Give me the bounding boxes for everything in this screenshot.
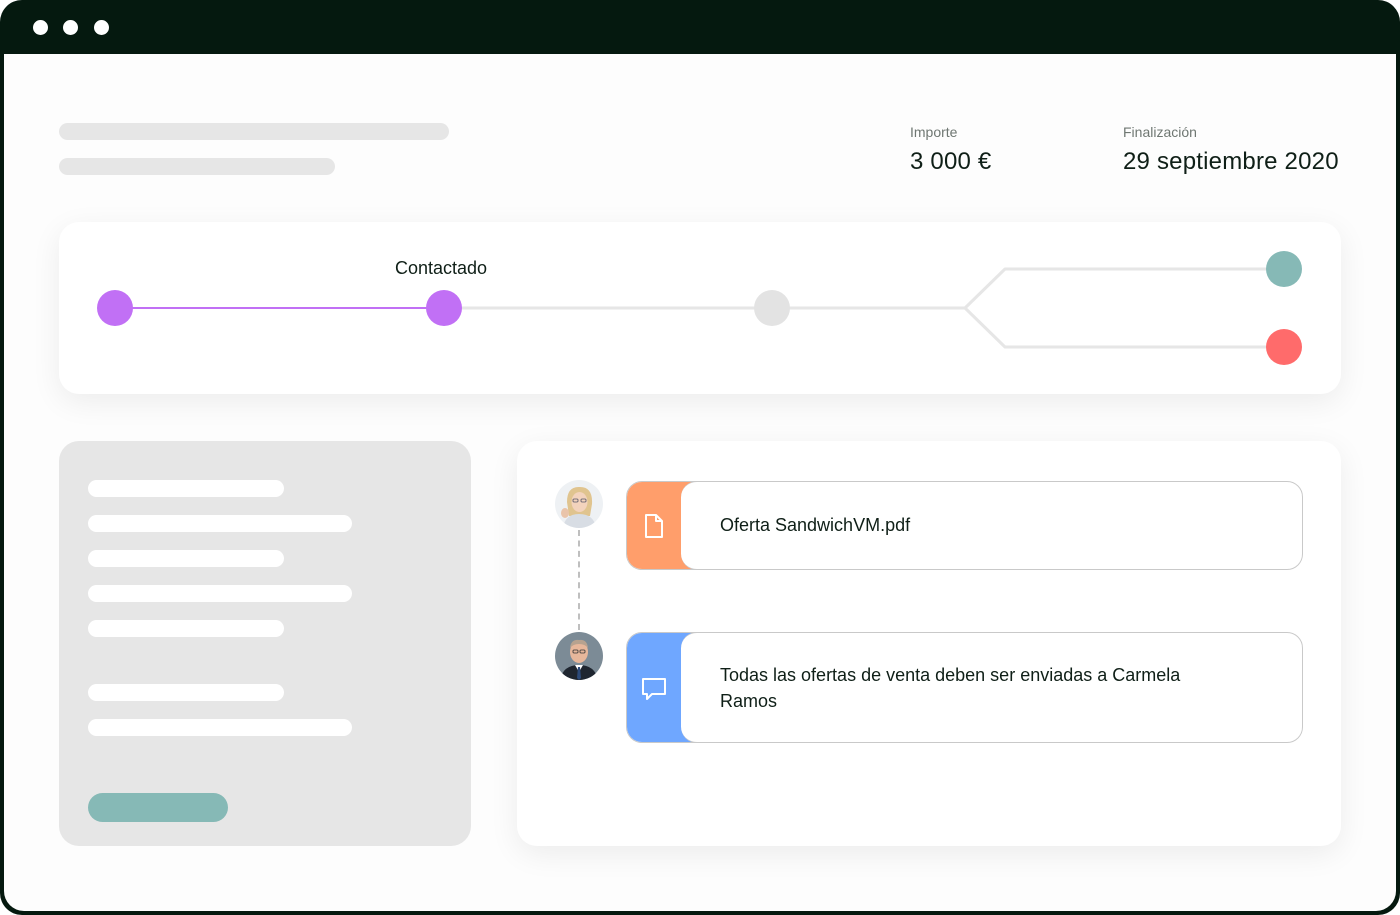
chat-bubble-icon (642, 678, 666, 700)
lost-node (1266, 329, 1302, 365)
activity-item-file[interactable]: Oferta SandwichVM.pdf (626, 481, 1303, 570)
end-date-label: Finalización (1123, 124, 1197, 140)
document-icon (645, 514, 663, 538)
action-button[interactable] (88, 793, 228, 822)
file-name[interactable]: Oferta SandwichVM.pdf (720, 512, 910, 538)
detail-placeholder-line (88, 620, 284, 637)
stage-node-contactado (426, 290, 462, 326)
end-date-value: 29 septiembre 2020 (1123, 148, 1339, 175)
detail-placeholder-line (88, 684, 284, 701)
branch-lost-line (963, 306, 1284, 349)
avatar-user-2[interactable] (555, 632, 603, 680)
stage-node-3 (754, 290, 790, 326)
close-dot[interactable] (33, 20, 48, 35)
app-window: Importe 3 000 € Finalización 29 septiemb… (0, 0, 1400, 915)
detail-placeholder-line (88, 480, 284, 497)
amount-label: Importe (910, 124, 958, 140)
comment-text-line-2: Ramos (720, 691, 778, 711)
won-node (1266, 251, 1302, 287)
activity-item-comment[interactable]: Todas las ofertas de venta deben ser env… (626, 632, 1303, 743)
pipeline-graph (97, 251, 1302, 365)
detail-placeholder-line (88, 585, 352, 602)
title-bar (0, 0, 1400, 54)
amount-value: 3 000 € (910, 148, 992, 175)
maximize-dot[interactable] (94, 20, 109, 35)
minimize-dot[interactable] (63, 20, 78, 35)
details-panel (59, 441, 471, 846)
detail-placeholder-line (88, 719, 352, 736)
detail-placeholder-line (88, 550, 284, 567)
current-stage-label: Contactado (395, 258, 488, 278)
pipeline-card: Contactado (59, 222, 1341, 394)
deal-page: Importe 3 000 € Finalización 29 septiemb… (4, 54, 1396, 911)
avatar-user-1[interactable] (555, 480, 603, 528)
comment-text-line-1: Todas las ofertas de venta deben ser env… (720, 665, 1181, 685)
stage-node-1 (97, 290, 133, 326)
subtitle-placeholder (59, 158, 335, 175)
title-placeholder (59, 123, 449, 140)
detail-placeholder-line (88, 515, 352, 532)
branch-won-line (963, 267, 1284, 310)
timeline-connector (578, 530, 580, 630)
